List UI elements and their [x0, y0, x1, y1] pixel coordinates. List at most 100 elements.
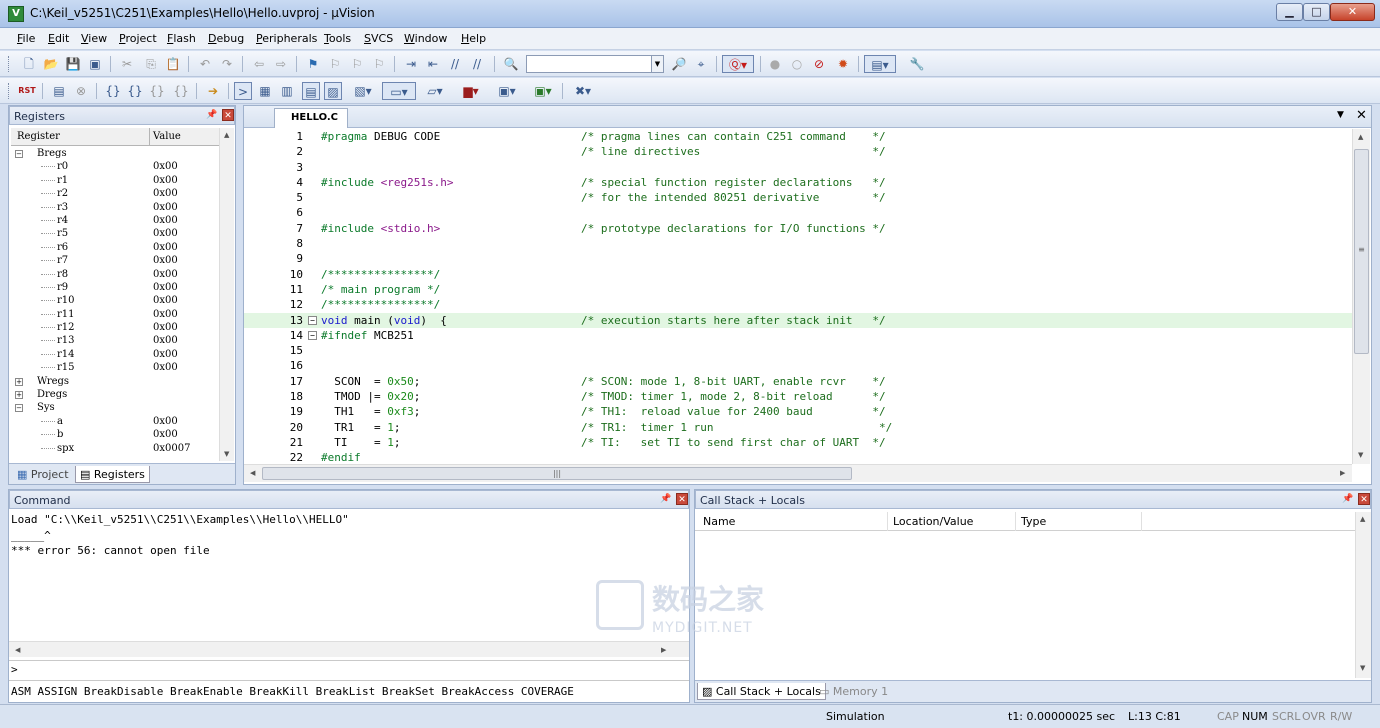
serial-window-icon[interactable]: ▱▾: [420, 82, 450, 100]
window-layout-icon[interactable]: ▤▾: [864, 55, 896, 73]
scroll-thumb[interactable]: ≡: [1354, 149, 1369, 354]
minimize-button[interactable]: ▁: [1276, 3, 1303, 21]
collapse-icon[interactable]: −: [15, 150, 23, 158]
code-line[interactable]: 15: [244, 343, 1352, 358]
maximize-button[interactable]: □: [1303, 3, 1330, 21]
fold-icon[interactable]: −: [308, 330, 317, 340]
redo-icon[interactable]: ↷: [218, 55, 236, 73]
register-value[interactable]: 0x0007: [153, 442, 190, 455]
code-line[interactable]: 6: [244, 205, 1352, 220]
step-out-icon[interactable]: {}: [148, 82, 166, 100]
pin-icon[interactable]: 📌: [206, 110, 217, 120]
code-line[interactable]: 14− #ifndef MCB251: [244, 328, 1352, 343]
command-input[interactable]: >: [9, 660, 689, 678]
tab-registers[interactable]: ▤ Registers: [75, 466, 150, 483]
comment-icon[interactable]: //: [446, 55, 464, 73]
register-value[interactable]: 0x00: [153, 361, 178, 374]
scroll-down-icon[interactable]: ▼: [224, 450, 229, 458]
save-all-icon[interactable]: ▣: [86, 55, 104, 73]
register-row[interactable]: r5 0x00: [11, 227, 219, 240]
save-icon[interactable]: 💾: [64, 55, 82, 73]
code-line[interactable]: 10 /****************/: [244, 267, 1352, 282]
navigate-back-icon[interactable]: ⇦: [250, 55, 268, 73]
register-value[interactable]: 0x00: [153, 268, 178, 281]
close-icon[interactable]: ✕: [1358, 493, 1370, 505]
analysis-window-icon[interactable]: ▆▾: [456, 82, 486, 100]
register-value[interactable]: 0x00: [153, 294, 178, 307]
menu-tools[interactable]: Tools: [324, 32, 351, 45]
name-column-header[interactable]: Name: [703, 515, 735, 528]
register-row[interactable]: r7 0x00: [11, 254, 219, 267]
run-to-cursor-icon[interactable]: {}: [172, 82, 190, 100]
code-line[interactable]: 18 TMOD |= 0x20; /* TMOD: timer 1, mode 2…: [244, 389, 1352, 404]
scroll-down-icon[interactable]: ▼: [1360, 664, 1365, 672]
menu-edit[interactable]: Edit: [48, 32, 69, 45]
value-column-header[interactable]: Value: [153, 131, 181, 142]
memory-window-icon[interactable]: ▭▾: [382, 82, 416, 100]
code-line[interactable]: 16: [244, 358, 1352, 373]
navigate-forward-icon[interactable]: ⇨: [272, 55, 290, 73]
menu-peripherals[interactable]: Peripherals: [256, 32, 317, 45]
code-line[interactable]: 4 #include <reg251s.h> /* special function…: [244, 175, 1352, 190]
register-row[interactable]: b 0x00: [11, 428, 219, 441]
scroll-up-icon[interactable]: ▲: [1358, 133, 1363, 141]
menu-svcs[interactable]: SVCS: [364, 32, 393, 45]
register-column-header[interactable]: Register: [17, 131, 60, 142]
register-value[interactable]: 0x00: [153, 187, 178, 200]
register-value[interactable]: 0x00: [153, 241, 178, 254]
register-row[interactable]: r14 0x00: [11, 348, 219, 361]
register-row[interactable]: r2 0x00: [11, 187, 219, 200]
register-value[interactable]: 0x00: [153, 227, 178, 240]
register-row[interactable]: a 0x00: [11, 415, 219, 428]
expand-icon[interactable]: +: [15, 377, 23, 386]
register-value[interactable]: 0x00: [153, 160, 178, 173]
editor-vertical-scrollbar[interactable]: ▲ ≡ ▼: [1352, 129, 1370, 464]
indent-icon[interactable]: ⇥: [402, 55, 420, 73]
location-column-header[interactable]: Location/Value: [893, 515, 973, 528]
register-row[interactable]: r13 0x00: [11, 334, 219, 347]
code-line[interactable]: 21 TI = 1; /* TI: set TI to send first ch…: [244, 435, 1352, 450]
step-over-icon[interactable]: {}: [126, 82, 144, 100]
register-row[interactable]: r8 0x00: [11, 268, 219, 281]
bookmark-next-icon[interactable]: ⚐: [348, 55, 366, 73]
register-value[interactable]: 0x00: [153, 321, 178, 334]
scroll-right-icon[interactable]: ▶: [1340, 469, 1345, 477]
register-value[interactable]: 0x00: [153, 174, 178, 187]
register-value[interactable]: 0x00: [153, 254, 178, 267]
bookmark-insert-icon[interactable]: ⚑: [304, 55, 322, 73]
register-value[interactable]: 0x00: [153, 334, 178, 347]
register-row[interactable]: spx 0x0007: [11, 442, 219, 455]
code-line[interactable]: 13− void main (void) {/* execution starts…: [244, 312, 1352, 328]
code-line[interactable]: 3: [244, 160, 1352, 175]
paste-icon[interactable]: 📋: [164, 55, 182, 73]
scroll-down-icon[interactable]: ▼: [1358, 451, 1363, 459]
show-next-statement-icon[interactable]: ➔: [204, 82, 222, 100]
stop-icon[interactable]: ⊗: [72, 82, 90, 100]
code-line[interactable]: 19 TH1 = 0xf3; /* TH1: reload value for 2…: [244, 404, 1352, 419]
breakpoint-insert-icon[interactable]: ●: [766, 55, 784, 73]
menu-flash[interactable]: Flash: [167, 32, 196, 45]
expand-icon[interactable]: +: [15, 391, 23, 400]
register-row[interactable]: r4 0x00: [11, 214, 219, 227]
command-horizontal-scrollbar[interactable]: ◀ ▶: [9, 641, 689, 657]
type-column-header[interactable]: Type: [1021, 515, 1046, 528]
close-tab-icon[interactable]: ✕: [1356, 108, 1367, 123]
register-row[interactable]: r11 0x00: [11, 308, 219, 321]
register-value[interactable]: 0x00: [153, 214, 178, 227]
incremental-find-icon[interactable]: ⌖: [692, 55, 710, 73]
breakpoint-enable-icon[interactable]: ○: [788, 55, 806, 73]
registers-scrollbar[interactable]: ▲ ▼: [219, 128, 234, 461]
symbols-window-icon[interactable]: ▥: [278, 82, 296, 100]
fold-icon[interactable]: −: [308, 315, 317, 325]
register-value[interactable]: 0x00: [153, 308, 178, 321]
tab-call-stack-locals[interactable]: ▨ Call Stack + Locals: [697, 683, 826, 700]
register-value[interactable]: 0x00: [153, 415, 178, 428]
menu-debug[interactable]: Debug: [208, 32, 244, 45]
callstack-scrollbar[interactable]: ▲ ▼: [1355, 512, 1371, 678]
register-row[interactable]: r0 0x00: [11, 160, 219, 173]
find-combo[interactable]: ▼: [526, 55, 664, 73]
menu-help[interactable]: Help: [461, 32, 486, 45]
register-row[interactable]: r1 0x00: [11, 174, 219, 187]
register-row[interactable]: r10 0x00: [11, 294, 219, 307]
cut-icon[interactable]: ✂: [118, 55, 136, 73]
